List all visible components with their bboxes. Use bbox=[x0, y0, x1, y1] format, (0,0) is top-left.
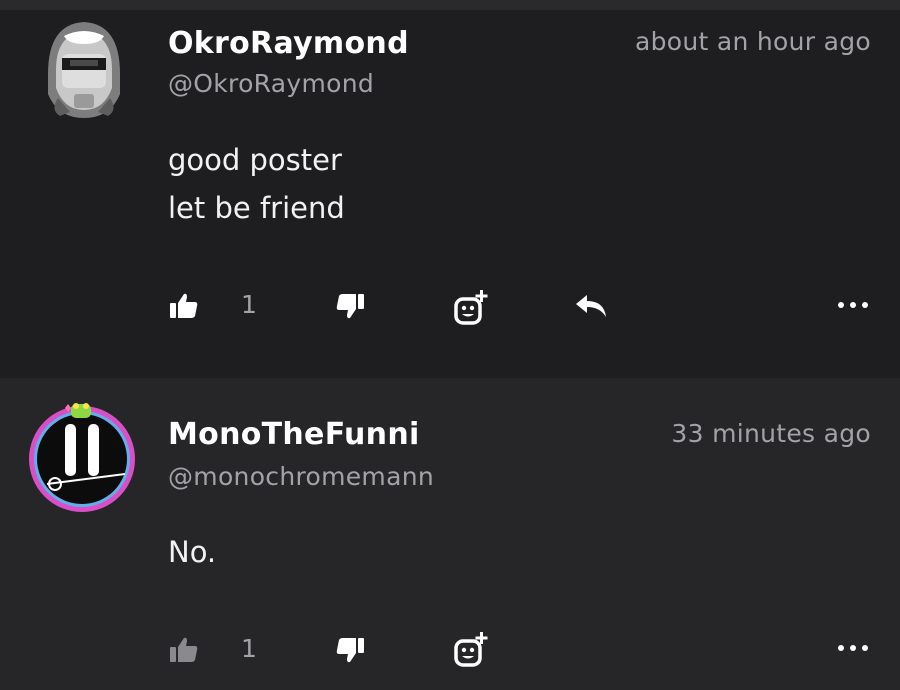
like-button[interactable] bbox=[166, 632, 202, 668]
reply-button[interactable] bbox=[572, 288, 610, 324]
timestamp: 33 minutes ago bbox=[671, 419, 871, 448]
comment-okroraymond: OkroRaymond @OkroRaymond about an hour a… bbox=[0, 10, 900, 378]
like-count: 1 bbox=[241, 634, 257, 663]
comment-text-line: No. bbox=[168, 535, 217, 569]
comment-text-line: let be friend bbox=[168, 191, 345, 225]
top-divider bbox=[0, 0, 900, 10]
username[interactable]: OkroRaymond bbox=[168, 26, 409, 61]
more-icon bbox=[838, 645, 868, 651]
dislike-button[interactable] bbox=[332, 632, 368, 668]
comment-text-line: good poster bbox=[168, 143, 342, 177]
like-count: 1 bbox=[241, 290, 257, 319]
add-reaction-icon bbox=[454, 632, 488, 667]
reply-icon bbox=[576, 295, 606, 317]
avatar-image bbox=[29, 403, 135, 512]
more-options-button[interactable] bbox=[834, 290, 872, 320]
more-options-button[interactable] bbox=[834, 633, 872, 663]
avatar[interactable] bbox=[40, 14, 128, 120]
avatar[interactable] bbox=[25, 398, 140, 513]
timestamp: about an hour ago bbox=[635, 27, 871, 56]
like-button[interactable] bbox=[166, 288, 202, 324]
thumbs-down-icon bbox=[336, 294, 364, 319]
comment-monothefunni: MonoTheFunni @monochromemann 33 minutes … bbox=[0, 378, 900, 690]
avatar-image bbox=[48, 22, 120, 118]
thumbs-down-icon bbox=[336, 638, 364, 663]
username[interactable]: MonoTheFunni bbox=[168, 417, 420, 452]
add-reaction-button[interactable] bbox=[450, 628, 492, 670]
add-reaction-icon bbox=[454, 290, 488, 325]
more-icon bbox=[838, 302, 868, 308]
thumbs-up-icon bbox=[170, 637, 198, 662]
user-handle[interactable]: @monochromemann bbox=[168, 462, 434, 491]
user-handle[interactable]: @OkroRaymond bbox=[168, 69, 374, 98]
dislike-button[interactable] bbox=[332, 288, 368, 324]
thumbs-up-icon bbox=[170, 293, 198, 318]
add-reaction-button[interactable] bbox=[450, 286, 492, 328]
